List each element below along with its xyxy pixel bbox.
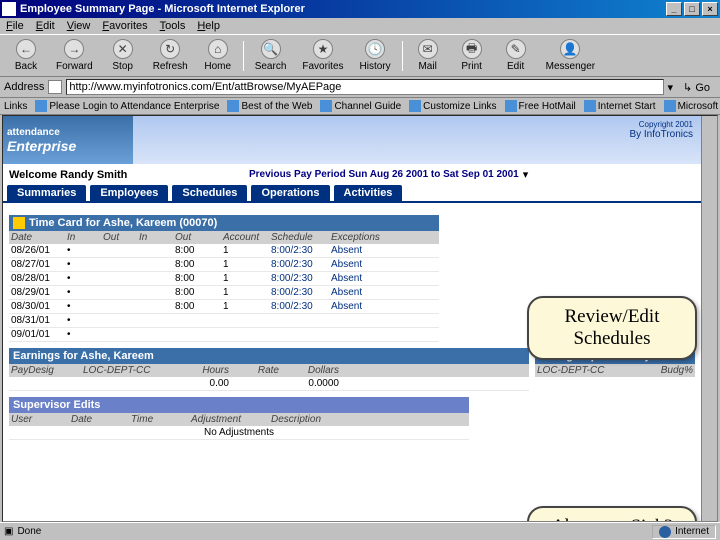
link-item[interactable]: Best of the Web	[227, 100, 312, 112]
menu-favorites[interactable]: Favorites	[102, 20, 147, 32]
favorites-button[interactable]: ★Favorites	[294, 37, 351, 74]
tab-operations[interactable]: Operations	[251, 185, 329, 201]
mail-button[interactable]: ✉Mail	[406, 37, 450, 74]
timecard-row[interactable]: 08/29/01•8:0018:00/2:30Absent	[9, 286, 439, 300]
internet-zone-icon	[659, 526, 671, 538]
pay-period-text: Previous Pay Period Sun Aug 26 2001 to S…	[249, 169, 519, 180]
tab-employees[interactable]: Employees	[90, 185, 168, 201]
link-icon	[409, 100, 421, 112]
address-input[interactable]	[66, 79, 663, 95]
history-button[interactable]: 🕓History	[352, 37, 399, 74]
supervisor-edits-section: Supervisor Edits User Date Time Adjustme…	[9, 397, 469, 440]
link-icon	[320, 100, 332, 112]
address-dropdown-icon[interactable]: ▾	[668, 81, 674, 94]
menu-help[interactable]: Help	[197, 20, 220, 32]
tab-summaries[interactable]: Summaries	[7, 185, 86, 201]
byline-text: By InfoTronics	[629, 129, 693, 140]
link-item[interactable]: Channel Guide	[320, 100, 401, 112]
timecard-section: Time Card for Ashe, Kareem (00070) Date …	[9, 215, 439, 342]
security-zone: Internet	[652, 525, 716, 539]
supervisor-edits-title: Supervisor Edits	[13, 399, 100, 411]
app-banner: attendance Enterprise Copyright 2001 By …	[3, 116, 701, 164]
callout-review-edit-schedules: Review/Edit Schedules	[527, 296, 697, 360]
print-icon: 🖶	[462, 39, 482, 59]
address-bar: Address ▾ ↳ Go	[0, 77, 720, 98]
status-text: Done	[17, 526, 41, 537]
pay-period-dropdown-icon[interactable]: ▾	[523, 168, 529, 181]
app-logo: attendance Enterprise	[3, 116, 133, 164]
address-label: Address	[4, 81, 44, 93]
link-item[interactable]: Internet Start	[584, 100, 656, 112]
vertical-scrollbar[interactable]	[701, 116, 717, 521]
menu-file[interactable]: File	[6, 20, 24, 32]
main-tabs: Summaries Employees Schedules Operations…	[3, 185, 701, 201]
go-button[interactable]: ↳ Go	[677, 80, 716, 95]
toolbar: ←Back →Forward ✕Stop ↻Refresh ⌂Home 🔍Sea…	[0, 34, 720, 77]
minimize-button[interactable]: _	[666, 2, 682, 16]
link-icon	[227, 100, 239, 112]
tab-schedules[interactable]: Schedules	[172, 185, 247, 201]
link-item[interactable]: Please Login to Attendance Enterprise	[35, 100, 219, 112]
timecard-row[interactable]: 08/26/01•8:0018:00/2:30Absent	[9, 244, 439, 258]
history-icon: 🕓	[365, 39, 385, 59]
messenger-button[interactable]: 👤Messenger	[538, 37, 603, 74]
timecard-row[interactable]: 08/30/01•8:0018:00/2:30Absent	[9, 300, 439, 314]
edit-icon: ✎	[506, 39, 526, 59]
menu-view[interactable]: View	[67, 20, 91, 32]
forward-icon: →	[64, 39, 84, 59]
stop-icon: ✕	[113, 39, 133, 59]
status-done-icon: ▣	[4, 526, 13, 537]
menubar: File Edit View Favorites Tools Help	[0, 18, 720, 34]
content-viewport: attendance Enterprise Copyright 2001 By …	[2, 115, 718, 522]
menu-tools[interactable]: Tools	[160, 20, 186, 32]
timecard-icon	[13, 217, 25, 229]
earnings-row: 0.00 0.0000	[9, 377, 529, 391]
timecard-row[interactable]: 08/27/01•8:0018:00/2:30Absent	[9, 258, 439, 272]
stop-button[interactable]: ✕Stop	[101, 37, 145, 74]
ie-window: Employee Summary Page - Microsoft Intern…	[0, 0, 720, 540]
back-button[interactable]: ←Back	[4, 37, 48, 74]
close-button[interactable]: ×	[702, 2, 718, 16]
link-icon	[584, 100, 596, 112]
ie-icon	[2, 2, 16, 16]
edit-button[interactable]: ✎Edit	[494, 37, 538, 74]
timecard-row[interactable]: 08/31/01•	[9, 314, 439, 328]
back-icon: ←	[16, 39, 36, 59]
status-bar: ▣ Done Internet	[0, 522, 720, 540]
timecard-title: Time Card for Ashe, Kareem (00070)	[29, 217, 217, 229]
earnings-title: Earnings for Ashe, Kareem	[13, 350, 154, 362]
earnings-section: Earnings for Ashe, Kareem PayDesig LOC-D…	[9, 348, 529, 391]
search-button[interactable]: 🔍Search	[247, 37, 295, 74]
page-icon	[48, 80, 62, 94]
copyright-text: Copyright 2001	[629, 120, 693, 129]
timecard-row[interactable]: 08/28/01•8:0018:00/2:30Absent	[9, 272, 439, 286]
favorites-icon: ★	[313, 39, 333, 59]
supervisor-edits-empty: No Adjustments	[9, 426, 469, 440]
forward-button[interactable]: →Forward	[48, 37, 101, 74]
tab-activities[interactable]: Activities	[334, 185, 403, 201]
callout-absent-or-sick: Absent or Sick?	[527, 506, 697, 522]
window-title: Employee Summary Page - Microsoft Intern…	[20, 3, 305, 15]
home-icon: ⌂	[208, 39, 228, 59]
refresh-icon: ↻	[160, 39, 180, 59]
link-icon	[664, 100, 676, 112]
titlebar: Employee Summary Page - Microsoft Intern…	[0, 0, 720, 18]
welcome-text: Welcome Randy Smith	[9, 169, 249, 181]
links-bar: Links Please Login to Attendance Enterpr…	[0, 98, 720, 115]
timecard-row[interactable]: 09/01/01•	[9, 328, 439, 342]
messenger-icon: 👤	[560, 39, 580, 59]
home-button[interactable]: ⌂Home	[196, 37, 240, 74]
link-icon	[35, 100, 47, 112]
menu-edit[interactable]: Edit	[36, 20, 55, 32]
links-label: Links	[4, 101, 27, 112]
link-icon	[505, 100, 517, 112]
link-item[interactable]: Customize Links	[409, 100, 496, 112]
print-button[interactable]: 🖶Print	[450, 37, 494, 74]
maximize-button[interactable]: □	[684, 2, 700, 16]
search-icon: 🔍	[261, 39, 281, 59]
link-item[interactable]: Free HotMail	[505, 100, 576, 112]
refresh-button[interactable]: ↻Refresh	[145, 37, 196, 74]
mail-icon: ✉	[418, 39, 438, 59]
link-item[interactable]: Microsoft	[664, 100, 719, 112]
